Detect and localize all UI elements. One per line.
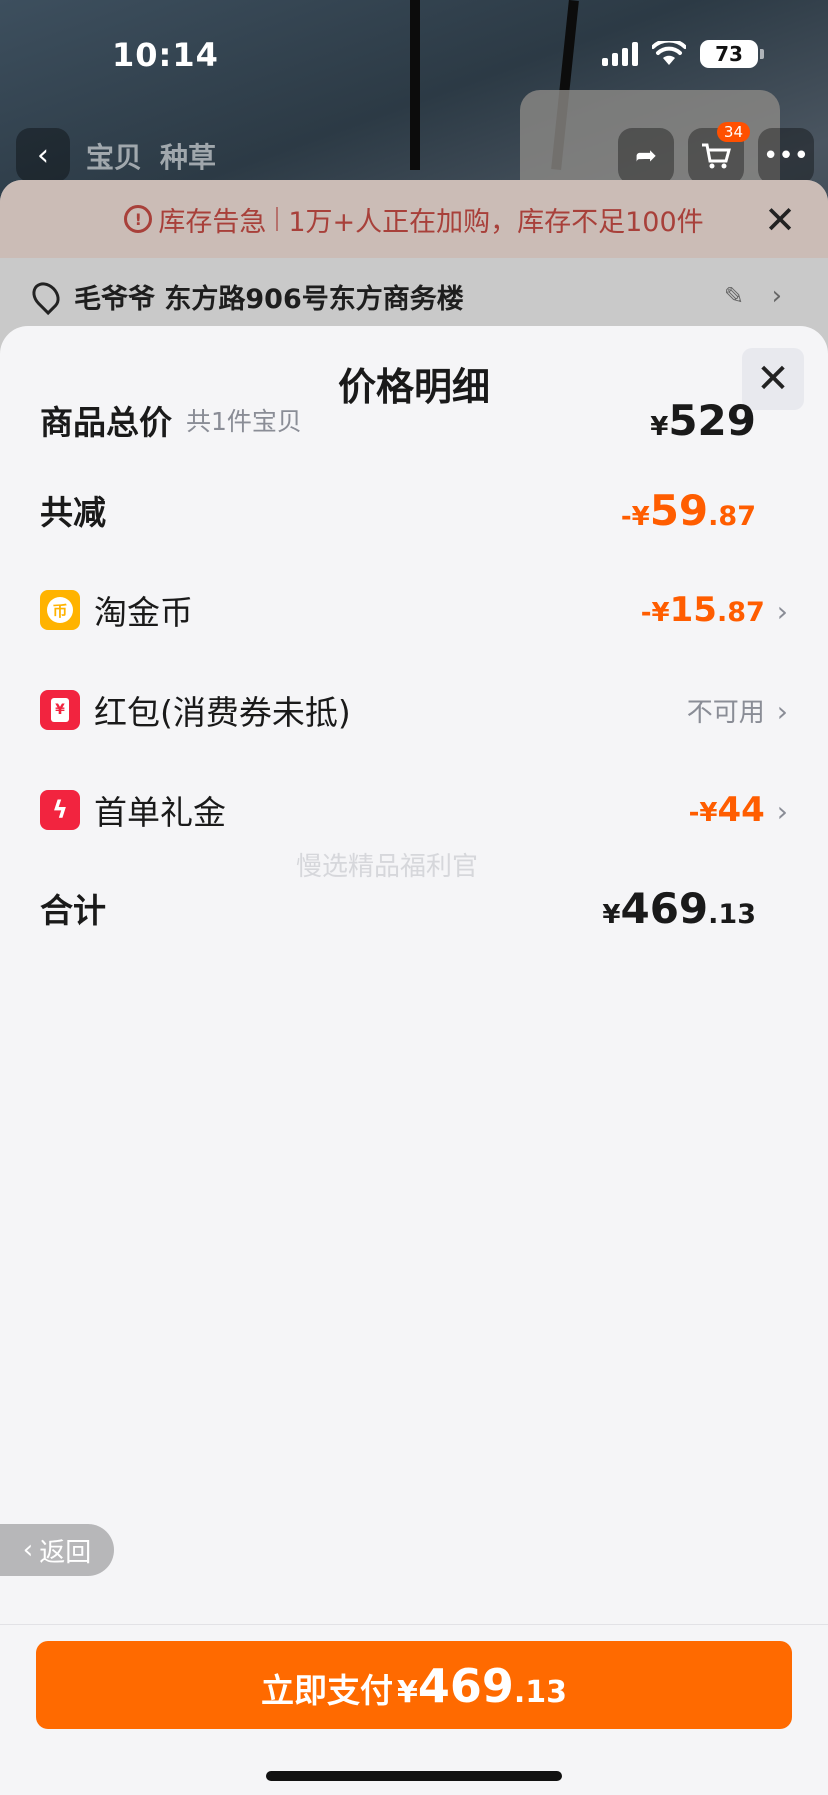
row-sublabel: 共1件宝贝	[186, 407, 302, 436]
redpacket-status: 不可用 ›	[687, 692, 788, 729]
alarm-icon: !	[124, 205, 153, 233]
status-time: 10:14	[112, 36, 219, 74]
first-order-value: -¥ 44 ›	[689, 790, 788, 830]
chevron-right-icon: ›	[776, 694, 788, 728]
price-integer: 15	[669, 590, 717, 630]
signal-icon	[602, 42, 638, 66]
divider	[276, 207, 279, 231]
stock-alert-title: 库存告急	[158, 206, 267, 238]
pay-footer: 立即支付 ¥ 469 .13	[0, 1624, 828, 1795]
price-integer: 469	[620, 883, 709, 933]
home-indicator	[266, 1771, 562, 1781]
price-symbol: -¥	[640, 598, 670, 628]
close-icon[interactable]: ✕	[764, 198, 796, 242]
price-integer: 44	[717, 790, 765, 830]
wifi-icon	[652, 41, 686, 65]
unavailable-text: 不可用	[686, 697, 765, 728]
more-icon[interactable]: •••	[758, 128, 814, 184]
lightning-gift-icon: ϟ	[40, 790, 80, 830]
pay-integer: 469	[417, 1659, 514, 1713]
discount-value: -¥ 59.87	[621, 486, 756, 535]
price-symbol: ¥	[650, 411, 669, 442]
pay-button-label: 立即支付	[260, 1671, 393, 1710]
row-redpacket[interactable]: ¥ 红包(消费券未抵) 不可用 ›	[40, 680, 788, 740]
row-label: 红包(消费券未抵)	[94, 693, 351, 732]
row-first-order-gift[interactable]: ϟ 首单礼金 -¥ 44 ›	[40, 780, 788, 840]
row-label: 合计	[40, 891, 106, 930]
price-detail-sheet: 价格明细 ✕ 商品总价 共1件宝贝 ¥529 共减 -¥ 59.87 币 淘金币 …	[0, 326, 828, 1795]
price-decimal: .13	[708, 898, 756, 930]
nav-actions: ➦ 34 •••	[618, 122, 814, 184]
coin-icon-glyph: 币	[47, 597, 73, 623]
pay-symbol: ¥	[396, 1675, 418, 1710]
status-bar: 10:14 73	[0, 0, 828, 110]
total-price-value: ¥529	[650, 396, 756, 445]
battery-level: 73	[715, 42, 743, 66]
chevron-left-icon[interactable]: ‹	[16, 128, 70, 182]
chevron-right-icon: ›	[771, 281, 782, 311]
back-pill-label: 返回	[39, 1537, 92, 1568]
row-total-discount: 共减 -¥ 59.87	[40, 480, 788, 540]
row-taojinbi[interactable]: 币 淘金币 -¥ 15.87 ›	[40, 580, 788, 640]
price-symbol: ¥	[602, 899, 621, 930]
pay-decimal: .13	[513, 1675, 568, 1710]
tab-recommend[interactable]: 种草	[160, 136, 216, 176]
price-symbol: -¥	[688, 798, 718, 828]
status-icons: 73	[602, 40, 764, 68]
edit-icon[interactable]: ✎	[724, 282, 744, 310]
chevron-right-icon: ›	[776, 595, 788, 628]
red-packet-glyph: ¥	[51, 698, 69, 722]
price-decimal: .87	[716, 597, 765, 628]
stock-alert-banner: ! 库存告急 1万+人正在加购，库存不足100件 ✕	[0, 180, 828, 258]
chevron-right-icon: ›	[776, 795, 788, 828]
price-integer: 59	[649, 485, 709, 535]
chevron-left-icon: ‹	[22, 1535, 34, 1565]
product-nav-bar: ‹ 宝贝 种草 ➦ 34 •••	[0, 122, 828, 184]
row-sum: 合计 ¥469.13	[40, 878, 788, 938]
price-decimal: .87	[708, 500, 756, 532]
row-total-price: 商品总价 共1件宝贝 ¥529	[40, 390, 788, 450]
address-text: 毛爷爷 东方路906号东方商务楼	[74, 283, 464, 315]
row-label: 淘金币	[94, 593, 193, 632]
pay-now-button[interactable]: 立即支付 ¥ 469 .13	[36, 1641, 792, 1729]
cart-badge: 34	[716, 122, 750, 142]
nav-tabs: 宝贝 种草	[86, 136, 216, 176]
price-symbol: -¥	[620, 501, 650, 532]
row-label: 首单礼金	[94, 793, 226, 832]
location-pin-icon	[26, 276, 66, 316]
share-icon[interactable]: ➦	[618, 128, 674, 184]
battery-icon: 73	[700, 40, 764, 68]
coins-value: -¥ 15.87 ›	[641, 590, 788, 630]
row-label: 商品总价	[40, 403, 172, 442]
row-label: 共减	[40, 493, 106, 532]
address-row[interactable]: 毛爷爷 东方路906号东方商务楼 ✎ ›	[26, 276, 794, 316]
tab-product[interactable]: 宝贝	[86, 136, 142, 176]
sum-value: ¥469.13	[602, 884, 756, 933]
cart-icon[interactable]: 34	[688, 122, 750, 184]
stock-alert-message: 1万+人正在加购，库存不足100件	[288, 206, 704, 238]
price-integer: 529	[668, 395, 756, 445]
coin-icon: 币	[40, 590, 80, 630]
back-pill-button[interactable]: ‹ 返回	[0, 1524, 114, 1576]
red-packet-icon: ¥	[40, 690, 80, 730]
